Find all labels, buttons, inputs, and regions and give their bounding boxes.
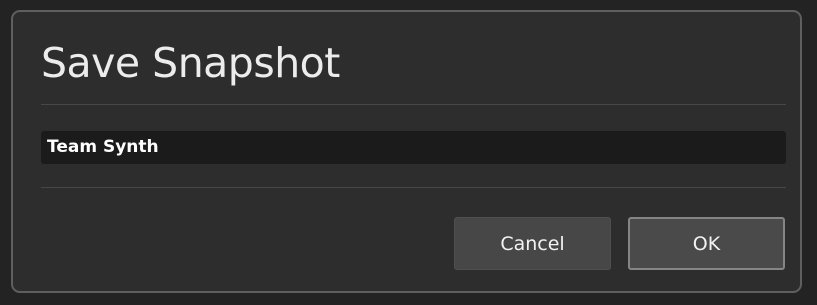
dialog-title: Save Snapshot xyxy=(41,39,340,87)
ok-button[interactable]: OK xyxy=(628,217,785,270)
title-divider xyxy=(41,104,786,105)
snapshot-name-input[interactable] xyxy=(41,131,786,164)
cancel-button[interactable]: Cancel xyxy=(454,217,611,270)
save-snapshot-dialog: Save Snapshot Cancel OK xyxy=(11,10,802,293)
button-divider xyxy=(41,187,786,188)
